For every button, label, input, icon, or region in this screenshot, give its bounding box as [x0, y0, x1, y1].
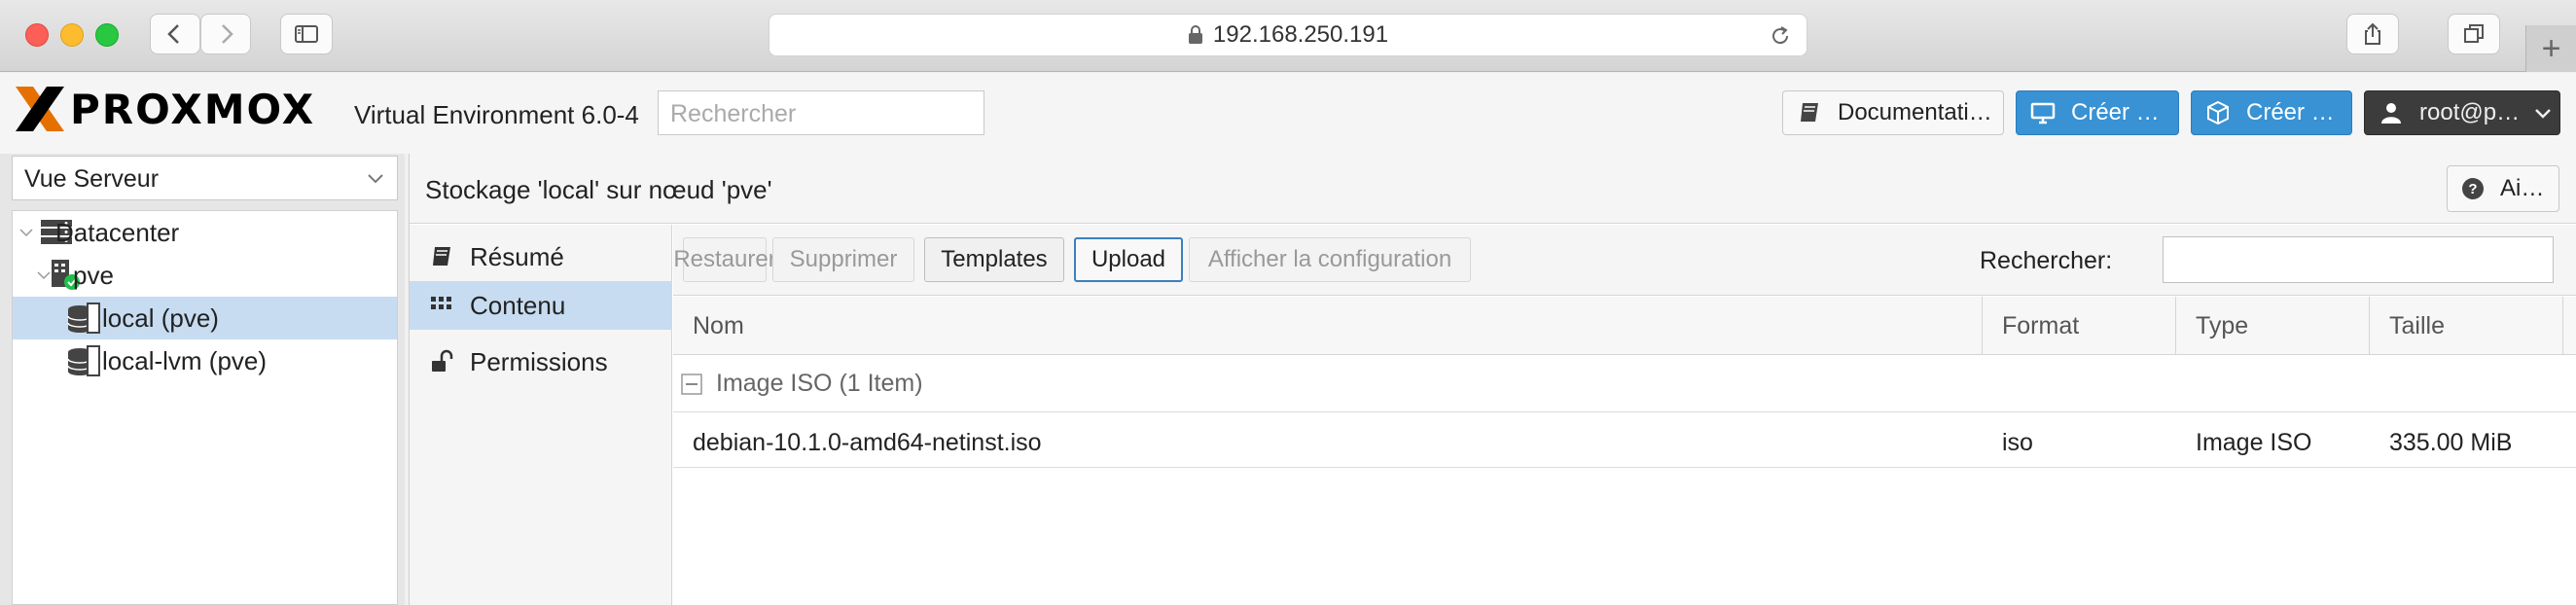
delete-button[interactable]: Supprimer	[772, 237, 914, 282]
show-configuration-button[interactable]: Afficher la configuration	[1189, 237, 1471, 282]
subnav-label: Résumé	[470, 241, 564, 271]
search-label: Rechercher:	[1980, 247, 2113, 274]
close-window-button[interactable]	[25, 23, 49, 47]
restore-button[interactable]: Restaurer	[673, 237, 776, 282]
tabs-overview-button[interactable]	[2448, 14, 2500, 54]
expand-arrow-icon[interactable]	[18, 225, 34, 240]
subnav-item-content[interactable]: Contenu	[410, 281, 672, 330]
chevron-down-icon	[368, 174, 383, 184]
documentation-button[interactable]: Documentati…	[1782, 90, 2004, 135]
table-header: Nom Format Type Taille	[673, 297, 2576, 355]
subnav-item-summary[interactable]: Résumé	[410, 232, 672, 281]
tree-node-local-lvm-storage[interactable]: local-lvm (pve)	[13, 339, 397, 382]
user-label: root@p…	[2419, 99, 2521, 125]
proxmox-x-logo-icon	[16, 87, 64, 131]
create-ct-label: Créer …	[2246, 99, 2335, 125]
table-row[interactable]: debian-10.1.0-amd64-netinst.iso iso Imag…	[673, 413, 2576, 468]
desktop-icon	[2030, 102, 2056, 125]
logo-text: PROXMOX	[70, 85, 316, 133]
tabs-icon	[2464, 24, 2484, 43]
chevron-down-icon	[2535, 109, 2551, 119]
browser-titlebar: 192.168.250.191 +	[0, 0, 2576, 72]
version-label: Virtual Environment 6.0-4	[354, 100, 639, 129]
templates-button[interactable]: Templates	[924, 237, 1064, 282]
storage-subnav: Résumé Contenu Permissions	[410, 225, 672, 605]
tree-node-local-storage[interactable]: local (pve)	[13, 297, 397, 339]
tree-node-pve[interactable]: pve	[13, 254, 397, 297]
group-label: Image ISO (1 Item)	[716, 370, 923, 397]
subnav-item-permissions[interactable]: Permissions	[410, 338, 672, 386]
zoom-window-button[interactable]	[95, 23, 119, 47]
resource-tree-panel: Vue Serveur Datacenter pve local (pve) l…	[0, 154, 405, 605]
tree-node-label: Datacenter	[55, 217, 180, 247]
storage-status-icon	[87, 345, 100, 376]
tree-node-datacenter[interactable]: Datacenter	[13, 211, 397, 254]
sidebar-icon	[295, 25, 318, 43]
storage-status-icon	[87, 302, 100, 334]
grid-icon	[431, 297, 451, 309]
cell-name: debian-10.1.0-amd64-netinst.iso	[693, 429, 1042, 456]
tree-node-label: local (pve)	[102, 302, 219, 333]
documentation-label: Documentati…	[1838, 99, 1992, 125]
sidebar-toggle-button[interactable]	[280, 14, 333, 54]
grid-search-input[interactable]	[2163, 236, 2554, 283]
main-content: Stockage 'local' sur nœud 'pve' ? Ai… Ré…	[409, 154, 2576, 605]
new-tab-button[interactable]: +	[2525, 25, 2576, 72]
chevron-right-icon	[222, 24, 233, 44]
resource-tree: Datacenter pve local (pve) local-lvm (pv…	[12, 210, 398, 605]
view-selector[interactable]: Vue Serveur	[12, 156, 398, 200]
global-search-input[interactable]: Rechercher	[658, 90, 984, 135]
address-bar[interactable]: 192.168.250.191	[769, 14, 1807, 56]
book-icon	[1801, 103, 1818, 122]
lock-icon	[1188, 25, 1202, 44]
group-header-iso[interactable]: Image ISO (1 Item)	[673, 356, 2576, 412]
reload-icon[interactable]	[1768, 23, 1793, 49]
column-header-type[interactable]: Type	[2176, 297, 2370, 355]
upload-button[interactable]: Upload	[1074, 237, 1183, 282]
page-title: Stockage 'local' sur nœud 'pve'	[425, 175, 772, 204]
user-icon	[2381, 103, 2401, 124]
proxmox-logo: PROXMOX	[14, 85, 315, 133]
question-circle-icon: ?	[2462, 178, 2484, 199]
create-vm-label: Créer …	[2071, 99, 2160, 125]
grid-toolbar: Restaurer Supprimer Templates Upload Aff…	[673, 225, 2576, 296]
cell-type: Image ISO	[2196, 429, 2312, 456]
chevron-left-icon	[167, 24, 179, 44]
column-header-size[interactable]: Taille	[2370, 297, 2563, 355]
create-ct-button[interactable]: Créer …	[2191, 90, 2352, 135]
column-header-format[interactable]: Format	[1983, 297, 2176, 355]
forward-button[interactable]	[200, 14, 251, 54]
minimize-window-button[interactable]	[60, 23, 84, 47]
book-icon	[433, 247, 450, 266]
subnav-label: Permissions	[470, 346, 608, 376]
user-menu-button[interactable]: root@p…	[2364, 90, 2560, 135]
help-button[interactable]: ? Ai…	[2447, 165, 2559, 212]
unlock-icon	[432, 349, 453, 372]
content-title-bar: Stockage 'local' sur nœud 'pve' ? Ai…	[410, 154, 2576, 224]
view-selector-value: Vue Serveur	[24, 165, 160, 193]
column-header-name[interactable]: Nom	[673, 297, 1983, 355]
url-text: 192.168.250.191	[1212, 21, 1389, 48]
subnav-label: Contenu	[470, 290, 566, 320]
help-label: Ai…	[2500, 175, 2545, 201]
collapse-icon[interactable]	[681, 373, 702, 395]
tree-node-label: pve	[73, 260, 114, 290]
cell-format: iso	[2002, 429, 2033, 456]
share-button[interactable]	[2346, 14, 2399, 54]
cell-size: 335.00 MiB	[2389, 429, 2513, 456]
proxmox-header: PROXMOX Virtual Environment 6.0-4 Recher…	[0, 73, 2576, 154]
storage-content-grid: Restaurer Supprimer Templates Upload Aff…	[673, 225, 2576, 605]
share-icon	[2365, 22, 2380, 45]
svg-text:?: ?	[2468, 181, 2477, 197]
cube-icon	[2207, 100, 2229, 125]
create-vm-button[interactable]: Créer …	[2016, 90, 2179, 135]
tree-node-label: local-lvm (pve)	[102, 345, 268, 375]
back-button[interactable]	[150, 14, 200, 54]
